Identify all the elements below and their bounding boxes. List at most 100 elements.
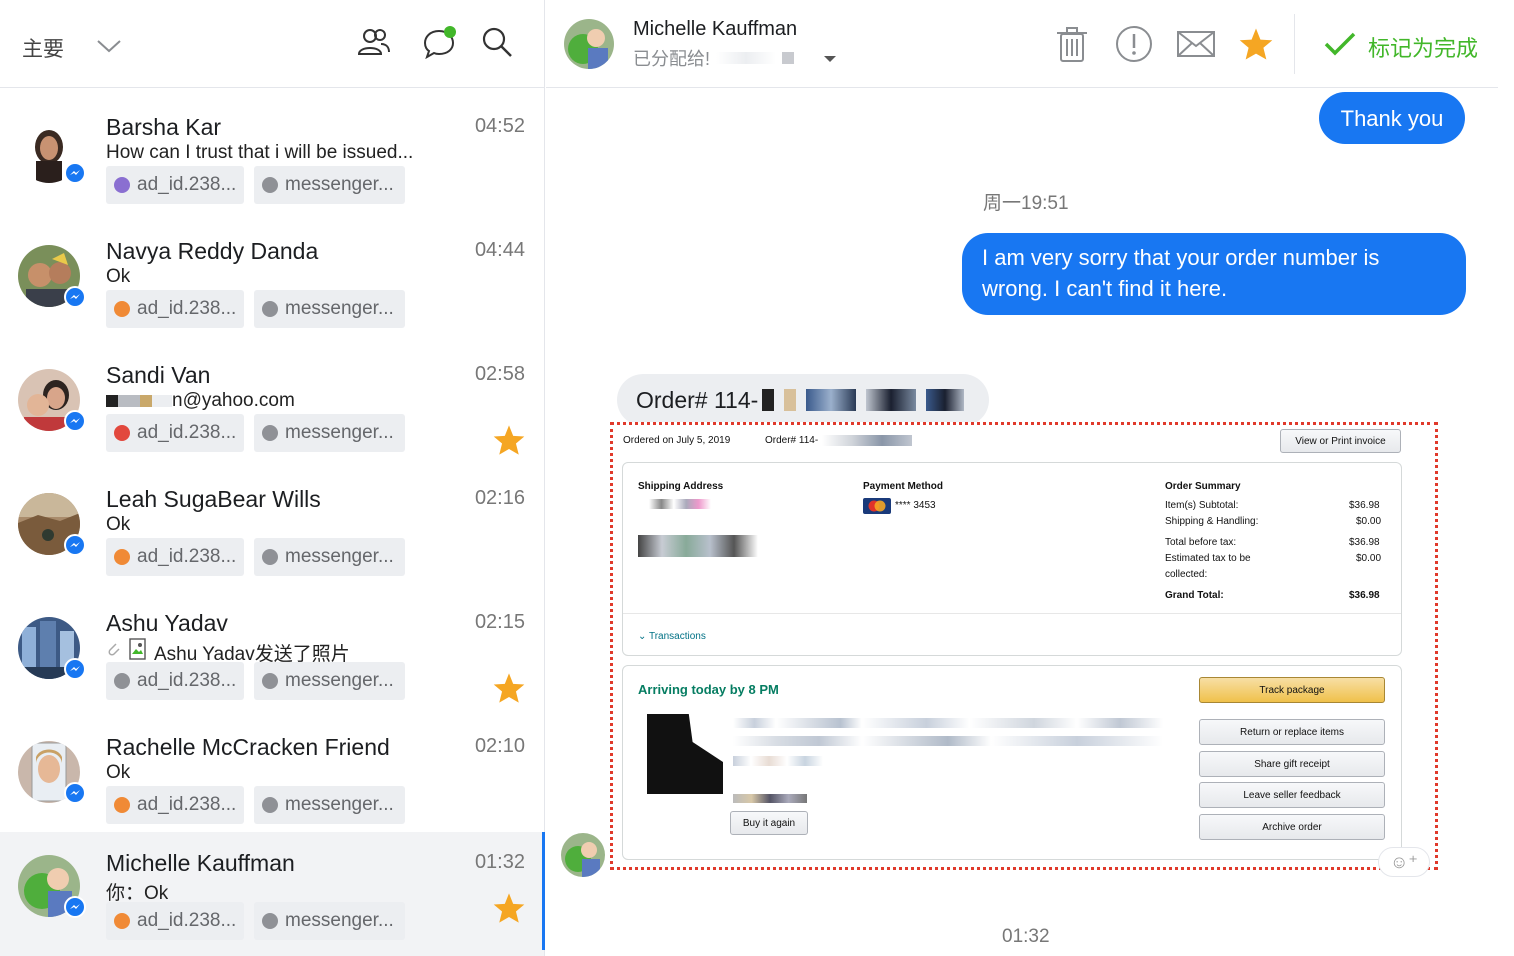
redacted-order-number [762,389,965,411]
mail-icon[interactable] [1176,24,1216,64]
summary-label: Total before tax: [1165,537,1237,548]
conversation-item[interactable]: Leah SugaBear Wills 02:16 Ok ad_id.238..… [0,468,544,592]
people-icon[interactable] [356,24,392,60]
messenger-badge-icon [64,782,86,804]
tag-color-dot [114,301,130,317]
shipping-address-heading: Shipping Address [638,481,724,492]
conversation-item[interactable]: Barsha Kar 04:52 How can I trust that i … [0,96,544,220]
ad-id-tag[interactable]: ad_id.238... [106,290,244,328]
redacted-block [649,499,711,509]
redacted-block [152,394,172,407]
conversation-snippet: 你：Ok [106,883,169,904]
conversation-item[interactable]: Rachelle McCracken Friend 02:10 Ok ad_id… [0,716,544,840]
archive-order-button[interactable]: Archive order [1199,814,1385,840]
add-reaction-button[interactable]: ☺⁺ [1378,847,1430,877]
shipment-box: Arriving today by 8 PM Buy it again Trac… [622,665,1402,860]
star-icon[interactable] [492,892,526,929]
conversation-item[interactable]: Navya Reddy Danda 04:44 Ok ad_id.238... … [0,220,544,344]
view-invoice-button[interactable]: View or Print invoice [1280,429,1401,453]
redacted-block [822,435,913,446]
tag-label: ad_id.238... [137,670,237,691]
summary-label: Estimated tax to be [1165,553,1251,564]
ad-id-tag[interactable]: ad_id.238... [106,414,244,452]
summary-value: $36.98 [1349,537,1380,548]
grand-total-value: $36.98 [1349,590,1380,601]
tag-color-dot [114,177,130,193]
leave-seller-feedback-button[interactable]: Leave seller feedback [1199,782,1385,808]
tag-label: ad_id.238... [137,298,237,319]
mastercard-icon [863,498,891,519]
messenger-tag[interactable]: messenger... [254,290,405,328]
redacted-block [106,394,118,407]
inbox-folder-label[interactable]: 主要 [22,33,64,63]
order-summary-heading: Order Summary [1165,481,1241,492]
track-package-button[interactable]: Track package [1199,677,1385,703]
share-gift-receipt-button[interactable]: Share gift receipt [1199,751,1385,777]
tag-color-dot [262,177,278,193]
outgoing-message[interactable]: I am very sorry that your order number i… [962,233,1466,315]
conversation-item[interactable]: Sandi Van 02:58 n@yahoo.com ad_id.238...… [0,344,544,468]
conversation-item-active[interactable]: Michelle Kauffman 01:32 你：Ok ad_id.238..… [0,832,545,956]
ad-id-tag[interactable]: ad_id.238... [106,662,244,700]
messenger-tag[interactable]: messenger... [254,166,405,204]
ad-id-tag[interactable]: ad_id.238... [106,166,244,204]
return-replace-button[interactable]: Return or replace items [1199,719,1385,745]
messenger-tag[interactable]: messenger... [254,538,405,576]
ad-id-tag[interactable]: ad_id.238... [106,786,244,824]
tag-label: messenger... [285,422,394,443]
redacted-block [716,52,777,64]
trash-icon[interactable] [1052,24,1092,64]
conversation-time: 02:16 [474,487,525,509]
chat-bubble-icon[interactable] [422,24,458,60]
star-icon[interactable] [492,672,526,709]
redacted-block [784,389,797,411]
chat-header: Michelle Kauffman 已分配给! 标记为完成 [546,0,1498,88]
message-timestamp: 周一19:51 [983,193,1069,214]
redacted-block [733,794,807,803]
tag-color-dot [262,797,278,813]
buy-again-button[interactable]: Buy it again [730,811,808,835]
messenger-tag[interactable]: messenger... [254,902,405,940]
alert-icon[interactable] [1114,24,1154,64]
order-number: Order# 114- [765,435,913,446]
conversation-snippet: Ok [106,762,131,783]
messenger-badge-icon [64,534,86,556]
messenger-tag[interactable]: messenger... [254,662,405,700]
conversation-list-pane: 主要 Barsha Kar 04:52 How can I trust that… [0,0,545,956]
star-icon[interactable] [1236,24,1276,64]
product-image [647,714,723,794]
header-divider [1294,14,1295,74]
chevron-down-icon[interactable] [800,48,838,69]
transactions-link[interactable]: ⌄ Transactions [638,631,706,642]
tag-label: messenger... [285,174,394,195]
order-screenshot-attachment[interactable]: Ordered on July 5, 2019 Order# 114- View… [610,422,1438,870]
order-date: Ordered on July 5, 2019 [623,435,731,446]
messenger-tag[interactable]: messenger... [254,414,405,452]
assignee-selector[interactable]: 已分配给! [633,45,838,71]
conversation-item[interactable]: Ashu Yadav 02:15 Ashu Yadav发送了照片 ad_id.2… [0,592,544,716]
chevron-down-icon[interactable] [96,38,122,59]
incoming-message[interactable]: Order# 114- [617,374,989,426]
conversation-time: 02:15 [474,611,525,633]
conversation-time: 02:58 [474,363,525,385]
redacted-block [118,394,140,407]
search-icon[interactable] [479,24,515,60]
outgoing-message[interactable]: Thank you [1319,92,1465,144]
summary-value: $0.00 [1356,553,1382,564]
ad-id-tag[interactable]: ad_id.238... [106,538,244,576]
tag-color-dot [262,301,278,317]
tag-label: messenger... [285,910,394,931]
inbox-header: 主要 [0,0,544,88]
conversation-name: Ashu Yadav [106,610,228,636]
star-icon[interactable] [492,424,526,461]
ad-id-tag[interactable]: ad_id.238... [106,902,244,940]
divider [623,613,1401,614]
mark-done-label: 标记为完成 [1368,36,1479,61]
tag-label: ad_id.238... [137,546,237,567]
messenger-tag[interactable]: messenger... [254,786,405,824]
mark-as-done-button[interactable]: 标记为完成 [1324,31,1478,63]
conversation-time: 01:32 [474,851,525,873]
messenger-badge-icon [64,658,86,680]
tag-color-dot [262,549,278,565]
checkmark-icon [1324,32,1356,62]
